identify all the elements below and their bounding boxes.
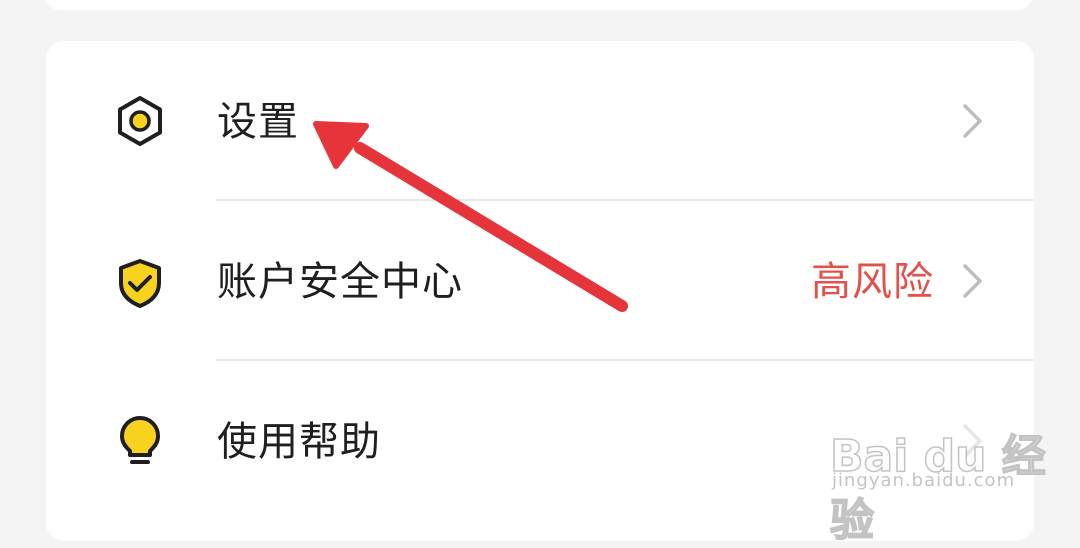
chevron-right-icon <box>963 104 982 138</box>
risk-status-badge: 高风险 <box>811 259 934 305</box>
watermark: Bai du 经验 jingyan.baidu.com <box>826 396 1066 547</box>
chevron-right-icon <box>963 264 982 298</box>
shield-check-icon <box>119 259 161 308</box>
menu-item-settings[interactable]: 设置 <box>46 41 1034 199</box>
settings-icon <box>118 96 162 146</box>
menu-item-label: 账户安全中心 <box>217 259 463 305</box>
menu-item-account-security[interactable]: 账户安全中心 高风险 <box>46 201 1034 359</box>
menu-item-label: 设置 <box>217 99 299 145</box>
watermark-url: jingyan.baidu.com <box>832 470 1016 491</box>
top-card <box>46 0 1032 10</box>
menu-item-label: 使用帮助 <box>217 419 381 465</box>
lightbulb-icon <box>120 416 160 464</box>
